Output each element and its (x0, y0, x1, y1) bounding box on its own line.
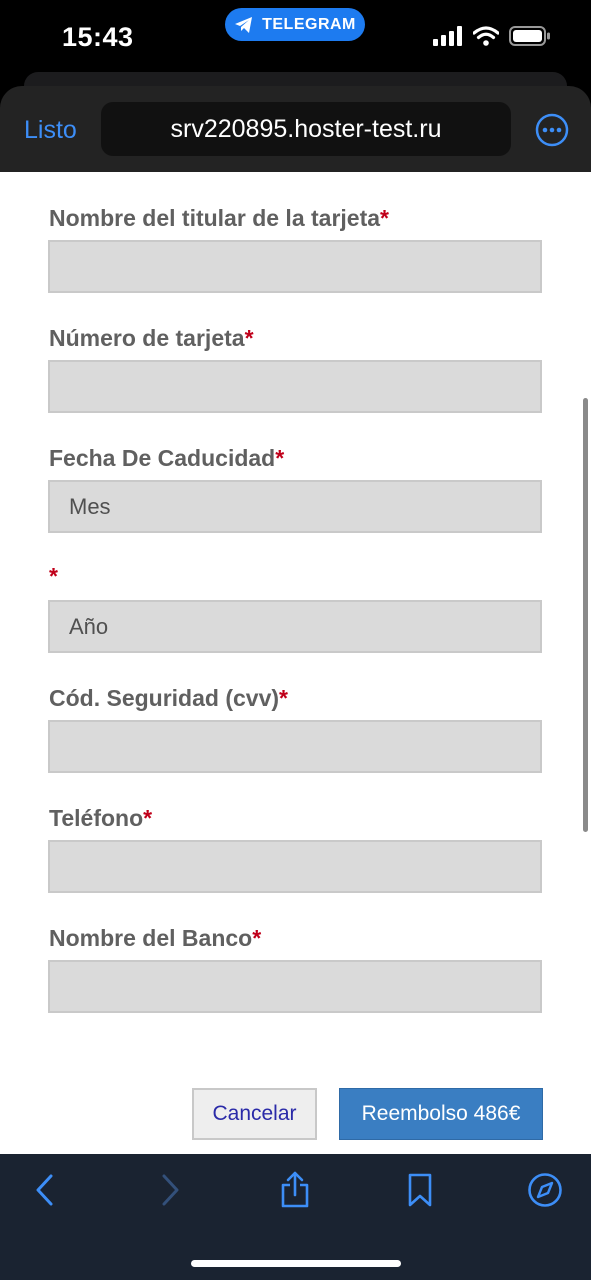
cancel-button[interactable]: Cancelar (192, 1088, 317, 1140)
required-marker: * (380, 205, 389, 231)
cardholder-name-field[interactable] (48, 240, 542, 293)
cvv-label: Cód. Seguridad (cvv)* (49, 685, 288, 711)
ellipsis-circle-icon[interactable] (534, 112, 570, 148)
required-marker: * (244, 325, 254, 351)
card-number-label: Número de tarjeta* (49, 325, 254, 351)
cvv-field[interactable] (48, 720, 542, 773)
page-scrollbar[interactable] (583, 398, 588, 832)
forward-button[interactable] (150, 1170, 190, 1210)
back-button[interactable] (25, 1170, 65, 1210)
required-marker: * (275, 445, 285, 471)
wifi-icon (473, 26, 499, 46)
telegram-icon (235, 16, 253, 33)
share-button[interactable] (275, 1170, 315, 1210)
expiry-year-select[interactable]: Año (48, 600, 542, 653)
status-time: 15:43 (62, 22, 134, 52)
expiry-date-label: Fecha De Caducidad* (49, 445, 285, 471)
required-marker: * (49, 563, 58, 589)
bookmarks-icon (408, 1173, 432, 1207)
required-marker: * (279, 685, 288, 711)
telegram-return-pill[interactable]: TELEGRAM (225, 8, 365, 41)
url-bar[interactable]: srv220895.hoster-test.ru (101, 102, 511, 156)
forward-chevron-icon (162, 1174, 179, 1206)
home-indicator (191, 1260, 401, 1267)
signal-icon (433, 26, 462, 46)
bank-name-label: Nombre del Banco* (49, 925, 262, 951)
required-marker: * (252, 925, 262, 951)
expiry-year-label: * (49, 563, 58, 590)
status-icons (433, 26, 551, 46)
status-bar: 15:43 TELEGRAM (0, 0, 591, 72)
required-marker: * (143, 805, 153, 831)
battery-icon (509, 26, 550, 46)
bank-name-field[interactable] (48, 960, 542, 1013)
done-button[interactable]: Listo (24, 116, 77, 145)
cardholder-name-label: Nombre del titular de la tarjeta* (49, 205, 389, 231)
open-in-browser-button[interactable] (525, 1170, 565, 1210)
compass-icon (528, 1173, 562, 1207)
phone-field[interactable] (48, 840, 542, 893)
refund-submit-button[interactable]: Reembolso 486€ (339, 1088, 543, 1140)
phone-label: Teléfono* (49, 805, 153, 831)
back-chevron-icon (36, 1174, 53, 1206)
bookmarks-button[interactable] (400, 1170, 440, 1210)
expiry-month-select[interactable]: Mes (48, 480, 542, 533)
share-icon (281, 1171, 309, 1208)
telegram-pill-label: TELEGRAM (262, 15, 356, 33)
card-number-field[interactable] (48, 360, 542, 413)
